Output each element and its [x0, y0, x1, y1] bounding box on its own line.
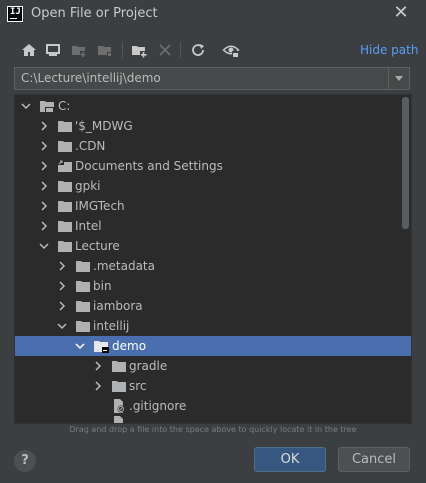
- tree-item-label: Intel: [75, 219, 102, 233]
- new-folder-icon[interactable]: [70, 41, 88, 59]
- tree-item-label: .gitignore: [129, 399, 187, 413]
- tree-item-iambora[interactable]: iambora: [15, 296, 411, 316]
- window-title: Open File or Project: [31, 6, 158, 21]
- tree-item-label: '$_MDWG: [75, 119, 133, 133]
- chevron-right-icon[interactable]: [56, 300, 68, 312]
- tree-item-root[interactable]: C:: [15, 96, 411, 116]
- chevron-right-icon[interactable]: [38, 200, 50, 212]
- chevron-down-icon[interactable]: [38, 240, 50, 252]
- folder-icon: [112, 381, 126, 392]
- chevron-right-icon[interactable]: [38, 180, 50, 192]
- file-icon: [114, 416, 123, 423]
- new-folder-disabled-icon[interactable]: [96, 41, 114, 59]
- tree-item-demo[interactable]: demo: [15, 336, 411, 356]
- tree-item-intellij[interactable]: intellij: [15, 316, 411, 336]
- toolbar-separator: [122, 42, 123, 58]
- chevron-down-icon[interactable]: [74, 340, 86, 352]
- folder-icon: [112, 361, 126, 372]
- tree-item-gradle[interactable]: gradle: [15, 356, 411, 376]
- folder-icon: [58, 241, 72, 252]
- tree-item-label: src: [129, 379, 147, 393]
- folder-icon: [76, 261, 90, 272]
- tree-item-bin[interactable]: bin: [15, 276, 411, 296]
- chevron-down-icon[interactable]: [20, 100, 32, 112]
- create-folder-icon[interactable]: [130, 41, 148, 59]
- tree-item-partial: [15, 416, 411, 423]
- tree-item-metadata[interactable]: .metadata: [15, 256, 411, 276]
- chevron-down-icon[interactable]: [388, 68, 409, 89]
- path-input[interactable]: C:\Lecture\intellij\demo: [21, 71, 161, 85]
- toolbar-separator-2: [180, 42, 181, 58]
- chevron-right-icon[interactable]: [38, 160, 50, 172]
- tree-item-label: Lecture: [75, 239, 120, 253]
- folder-icon: [58, 181, 72, 192]
- chevron-right-icon[interactable]: [92, 360, 104, 372]
- chevron-right-icon[interactable]: [38, 120, 50, 132]
- file-tree[interactable]: C: '$_MDWG .CDN Documents and Settings g…: [14, 94, 412, 424]
- tree-item-cdn[interactable]: .CDN: [15, 136, 411, 156]
- tree-item-label: demo: [112, 339, 147, 353]
- chevron-down-icon[interactable]: [56, 320, 68, 332]
- tree-item-imgtech[interactable]: IMGTech: [15, 196, 411, 216]
- folder-icon: [76, 321, 90, 332]
- tree-item-label: IMGTech: [75, 199, 125, 213]
- drag-drop-hint: Drag and drop a file into the space abov…: [69, 425, 357, 434]
- tree-scrollbar-thumb[interactable]: [402, 97, 409, 229]
- folder-icon: [58, 221, 72, 232]
- chevron-right-icon[interactable]: [38, 140, 50, 152]
- ok-button[interactable]: OK: [254, 447, 326, 472]
- gitignore-file-icon: [114, 399, 125, 413]
- folder-icon: [58, 121, 72, 132]
- help-button[interactable]: ?: [14, 450, 36, 472]
- path-combobox[interactable]: C:\Lecture\intellij\demo: [14, 67, 410, 90]
- tree-item-label: iambora: [93, 299, 143, 313]
- home-icon[interactable]: [20, 41, 38, 59]
- cancel-button[interactable]: Cancel: [338, 447, 410, 472]
- tree-item-label: intellij: [93, 319, 130, 333]
- tree-item-label: gradle: [129, 359, 168, 373]
- folder-icon: [76, 281, 90, 292]
- drive-icon: [40, 101, 54, 112]
- project-folder-icon: [94, 341, 109, 353]
- tree-item-src[interactable]: src: [15, 376, 411, 396]
- folder-icon: [76, 301, 90, 312]
- tree-item-documents-and-settings[interactable]: Documents and Settings: [15, 156, 411, 176]
- intellij-logo-icon: IJ: [7, 6, 23, 22]
- tree-item-label: Documents and Settings: [75, 159, 223, 173]
- delete-icon[interactable]: [156, 41, 174, 59]
- title-bar: IJ Open File or Project ✕: [0, 0, 426, 32]
- tree-item-label: .CDN: [75, 139, 106, 153]
- tree-item-gpki[interactable]: gpki: [15, 176, 411, 196]
- chevron-right-icon[interactable]: [56, 280, 68, 292]
- tree-item-label: bin: [93, 279, 112, 293]
- chevron-right-icon[interactable]: [38, 220, 50, 232]
- folder-link-icon: [58, 159, 72, 172]
- folder-icon: [58, 201, 72, 212]
- desktop-icon[interactable]: [44, 41, 62, 59]
- hide-path-link[interactable]: Hide path: [360, 43, 418, 57]
- refresh-icon[interactable]: [189, 41, 207, 59]
- chevron-right-icon[interactable]: [56, 260, 68, 272]
- show-hidden-icon[interactable]: [222, 41, 240, 59]
- tree-item-intel[interactable]: Intel: [15, 216, 411, 236]
- tree-item-label: .metadata: [93, 259, 155, 273]
- tree-item-label: gpki: [75, 179, 101, 193]
- chevron-right-icon[interactable]: [92, 380, 104, 392]
- tree-item-mdwg[interactable]: '$_MDWG: [15, 116, 411, 136]
- tree-item-label: C:: [58, 99, 71, 113]
- tree-item-lecture[interactable]: Lecture: [15, 236, 411, 256]
- folder-icon: [58, 141, 72, 152]
- tree-item-gitignore[interactable]: .gitignore: [15, 396, 411, 416]
- close-icon[interactable]: ✕: [391, 3, 411, 23]
